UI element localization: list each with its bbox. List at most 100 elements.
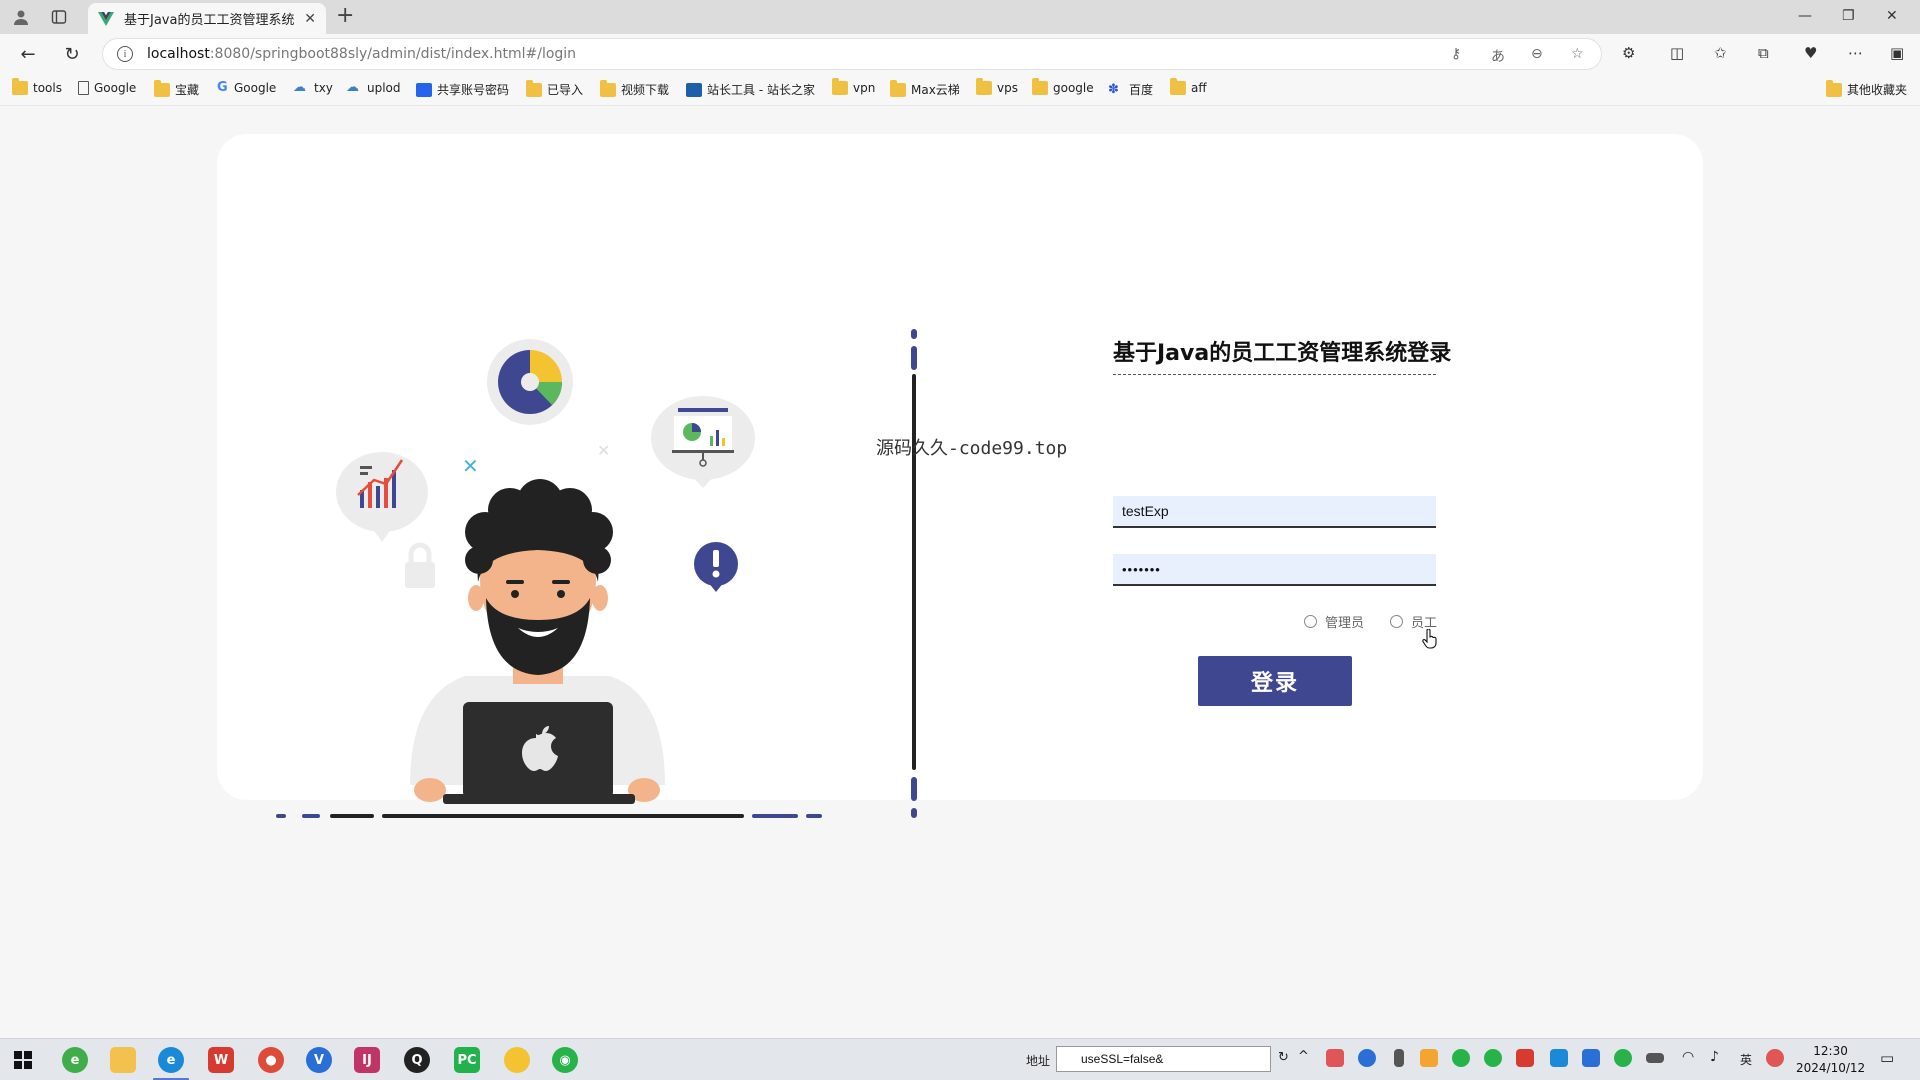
vscode-icon[interactable]: V [306,1047,332,1073]
volume-icon[interactable]: ♪ [1710,1049,1719,1065]
bookmark-txy[interactable]: ☁ txy [293,81,333,96]
bookmarks-bar: tools Google 宝藏 G Google ☁ txy ☁ uplod 共享账号… [0,74,1920,106]
folder-icon [600,79,616,97]
bookmark-imported[interactable]: 已导入 [526,79,583,98]
bookmark-vpn[interactable]: vpn [832,78,875,95]
windows-start-icon[interactable] [14,1051,32,1069]
tray-expand-icon[interactable]: ^ [1298,1049,1309,1064]
back-icon[interactable]: ← [16,43,40,65]
divider-dash [911,777,917,801]
wechat-icon[interactable]: ◉ [552,1047,578,1073]
bookmark-video-download[interactable]: 视频下载 [600,79,669,98]
tray-app-icon[interactable] [1452,1049,1470,1067]
close-window-icon[interactable]: ✕ [1886,8,1898,24]
taskbar-address-input[interactable]: useSSL=false& [1056,1046,1271,1072]
active-tab[interactable]: 基于Java的员工工资管理系统 ✕ [88,3,326,34]
taskbar-address-value: useSSL=false& [1081,1052,1164,1066]
collections-icon[interactable]: ⧉ [1758,44,1769,62]
bookmark-baidu[interactable]: ✽ 百度 [1108,81,1153,98]
folder-icon [890,79,906,97]
divider-dash [911,329,917,339]
password-input[interactable] [1113,554,1436,586]
close-tab-icon[interactable]: ✕ [304,11,316,27]
browser-360-icon[interactable]: e [62,1047,88,1073]
username-input[interactable] [1113,496,1436,528]
favorite-star-icon[interactable]: ☆ [1571,46,1584,62]
split-screen-icon[interactable]: ◫ [1670,44,1684,62]
folder-icon [976,78,992,95]
login-button[interactable]: 登录 [1198,656,1352,706]
bookmark-google-2[interactable]: G Google [217,81,276,96]
key-icon[interactable]: ⚷ [1451,46,1461,62]
windows-taskbar: e e W ● V IJ Q PC ◉ 地址 useSSL=false& ↻ ^… [0,1038,1920,1080]
sogou-ime-icon[interactable] [1766,1049,1784,1067]
file-explorer-icon[interactable] [110,1047,136,1073]
role-admin-label: 管理员 [1325,616,1365,631]
qq-icon[interactable]: Q [404,1047,430,1073]
bookmark-uplod[interactable]: ☁ uplod [346,81,401,96]
folder-icon [832,78,848,95]
folder-icon [526,79,542,97]
role-admin-radio[interactable]: 管理员 [1304,612,1364,631]
tab-actions-icon[interactable] [48,6,70,28]
profile-icon[interactable] [10,6,32,28]
bookmark-webmaster-tools[interactable]: 站长工具 - 站长之家 [686,81,815,98]
wifi-icon[interactable]: ◠ [1682,1049,1694,1065]
reload-icon[interactable]: ↻ [60,43,84,65]
bookmark-google[interactable]: Google [78,81,136,95]
login-title: 基于Java的员工工资管理系统登录 [1113,335,1451,375]
radio-circle[interactable] [1390,615,1403,628]
tray-app-icon[interactable] [1358,1049,1376,1067]
app-icon[interactable] [504,1047,530,1073]
page-icon [78,81,89,95]
bookmark-google-folder[interactable]: google [1032,78,1094,95]
system-clock[interactable]: 12:30 2024/10/12 [1796,1043,1865,1077]
tray-app-icon[interactable] [1516,1049,1534,1067]
bookmark-treasure[interactable]: 宝藏 [154,79,199,98]
chrome-icon[interactable]: ● [258,1047,284,1073]
minimize-icon[interactable]: — [1798,8,1812,24]
ime-indicator[interactable]: 英 [1740,1051,1752,1068]
translate-icon[interactable]: あ [1491,46,1505,66]
bookmark-max[interactable]: Max云梯 [890,79,960,98]
battery-icon[interactable] [1646,1053,1664,1063]
address-go-icon[interactable]: ↻ [1278,1050,1289,1065]
clock-date: 2024/10/12 [1796,1061,1866,1075]
radio-circle[interactable] [1304,615,1317,628]
url-text: localhost:8080/springboot88sly/admin/dis… [147,46,577,62]
tray-app-icon[interactable] [1484,1049,1502,1067]
new-tab-icon[interactable]: + [336,5,354,27]
folder-icon [1032,78,1048,95]
address-bar[interactable]: i localhost:8080/springboot88sly/admin/d… [102,38,1602,70]
bookmark-shared-accounts[interactable]: 共享账号密码 [416,81,509,98]
share-icon [416,82,432,97]
tray-wechat-icon[interactable] [1614,1049,1632,1067]
edge-icon[interactable]: e [158,1047,184,1073]
favorites-icon[interactable]: ✩ [1714,44,1727,62]
wps-icon[interactable]: W [208,1047,234,1073]
notifications-icon[interactable]: ▭ [1880,1049,1894,1067]
tray-app-icon[interactable] [1420,1049,1438,1067]
bookmark-vps[interactable]: vps [976,78,1018,95]
browser-tab-bar: 基于Java的员工工资管理系统 ✕ + — ❐ ✕ [0,0,1920,34]
browser-essentials-icon[interactable]: ♥ [1804,44,1817,62]
tray-app-icon[interactable] [1326,1049,1344,1067]
other-bookmarks[interactable]: 其他收藏夹 [1826,79,1907,98]
tray-app-icon[interactable] [1550,1049,1568,1067]
bookmark-aff[interactable]: aff [1170,78,1207,95]
bookmark-tools[interactable]: tools [12,78,62,95]
more-menu-icon[interactable]: ⋯ [1848,44,1863,62]
vue-favicon-icon [98,11,114,26]
sidebar-icon[interactable]: ▣ [1890,44,1904,62]
intellij-icon[interactable]: IJ [354,1047,380,1073]
pycharm-icon[interactable]: PC [454,1047,480,1073]
restore-icon[interactable]: ❐ [1842,8,1855,24]
taskbar-address-label: 地址 [1026,1054,1051,1068]
zoom-icon[interactable]: ⊖ [1531,46,1543,62]
browser-toolbar: ← ↻ i localhost:8080/springboot88sly/adm… [0,34,1920,74]
extensions-icon[interactable]: ⚙ [1622,44,1635,62]
tray-app-icon[interactable] [1582,1049,1600,1067]
folder-icon [1170,78,1186,95]
site-info-icon[interactable]: i [117,46,133,62]
microphone-icon[interactable] [1394,1049,1404,1067]
